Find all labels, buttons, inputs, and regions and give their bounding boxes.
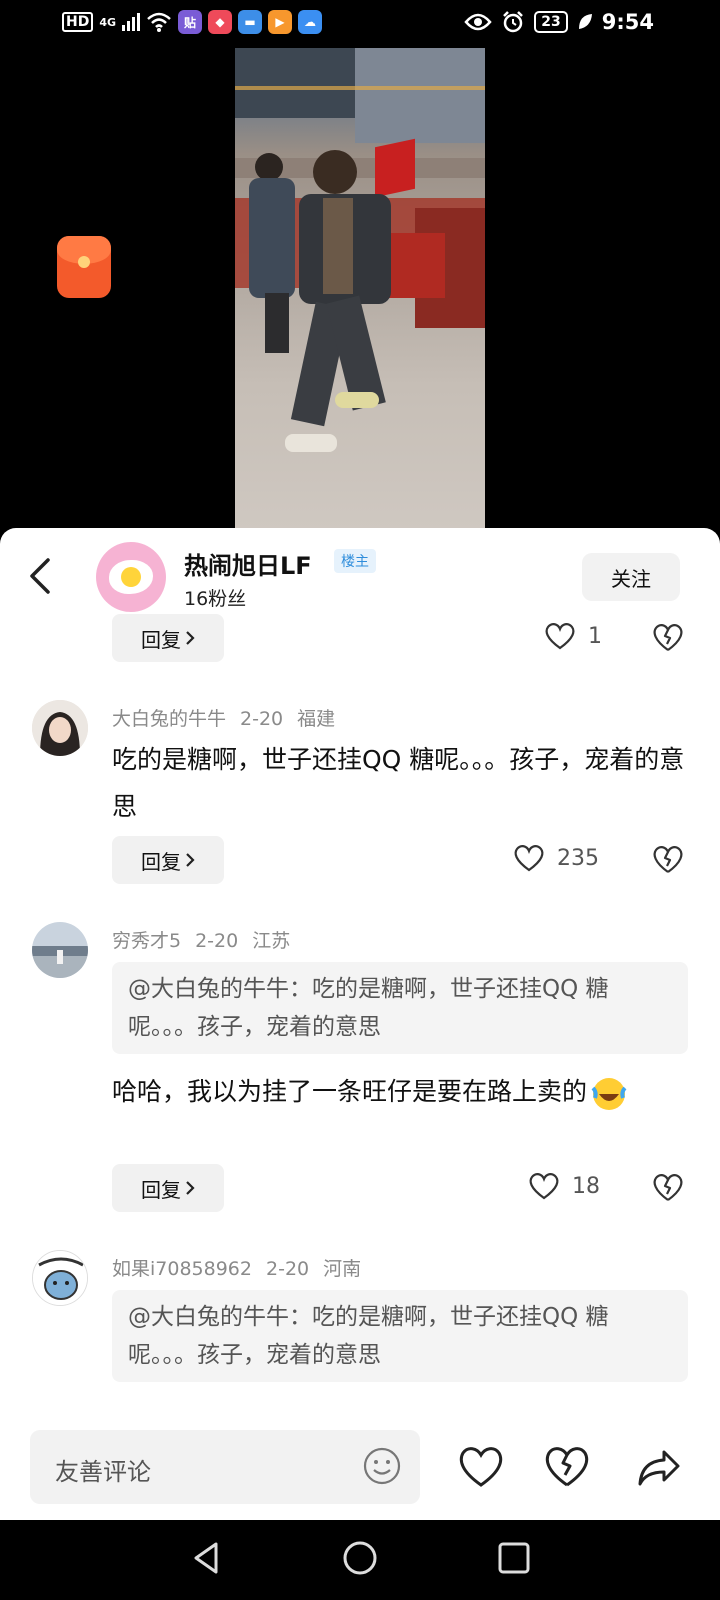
quoted-comment: @大白兔的牛牛：吃的是糖啊，世子还挂QQ 糖呢。。。孩子，宠着的意思: [112, 962, 688, 1054]
app-notification-icon: ☁: [298, 10, 323, 34]
commenter-name[interactable]: 大白兔的牛牛: [112, 708, 226, 730]
app-notification-icon: ◆: [208, 10, 233, 34]
leaf-icon: [578, 14, 592, 29]
chevron-right-icon: [186, 1181, 195, 1195]
comment-date: 2-20: [240, 708, 284, 730]
nav-back-icon[interactable]: [186, 1538, 226, 1578]
battery-indicator: 23: [534, 11, 568, 33]
heart-icon[interactable]: [458, 1446, 504, 1488]
comment-sheet: 热闹旭日LF 楼主 16粉丝 关注 回复 1 大白兔的牛牛 2-20 福建 吃的是糖…: [0, 528, 720, 1520]
chevron-right-icon: [186, 631, 195, 645]
comment-text: 吃的是糖啊，世子还挂QQ 糖呢。。。孩子，宠着的意思: [112, 745, 685, 821]
comment-location: 江苏: [252, 930, 291, 952]
op-badge: 楼主: [334, 549, 376, 573]
commenter-name[interactable]: 如果i70858962: [112, 1258, 252, 1280]
alarm-icon: [503, 11, 524, 33]
back-arrow-icon[interactable]: [24, 556, 58, 596]
comment-location: 河南: [323, 1258, 362, 1280]
broken-heart-icon[interactable]: [544, 1446, 590, 1488]
reply-button[interactable]: 回复: [112, 836, 224, 884]
heart-icon: [514, 845, 544, 872]
chevron-right-icon: [186, 853, 195, 867]
reply-label: 回复: [141, 1177, 181, 1202]
heart-icon: [545, 623, 575, 650]
reply-label: 回复: [141, 627, 181, 652]
heart-icon: [529, 1173, 559, 1200]
like-button[interactable]: 235: [513, 844, 599, 872]
commenter-avatar[interactable]: [32, 922, 88, 978]
comment-meta: 穷秀才5 2-20 江苏: [112, 926, 304, 953]
hd-indicator: HD: [62, 12, 94, 32]
comment-text-content: 哈哈，我以为挂了一条旺仔是要在路上卖的: [112, 1077, 588, 1106]
network-type: 4G: [99, 15, 117, 29]
signal-icon: [122, 13, 141, 31]
comment-input[interactable]: 友善评论: [30, 1430, 420, 1504]
broken-heart-icon[interactable]: [652, 622, 684, 652]
like-button[interactable]: 1: [544, 622, 602, 650]
comment-input-bar: 友善评论: [0, 1408, 720, 1520]
like-button[interactable]: 18: [528, 1172, 600, 1200]
status-bar: HD 4G 贴 ◆ ▬ ▶ ☁ 23 9:54: [0, 0, 720, 48]
quoted-comment: @大白兔的牛牛：吃的是糖啊，世子还挂QQ 糖呢。。。孩子，宠着的意思: [112, 1290, 688, 1382]
like-count: 1: [588, 623, 602, 649]
reply-button[interactable]: 回复: [112, 614, 224, 662]
nav-home-icon[interactable]: [340, 1538, 380, 1578]
comment-meta: 大白兔的牛牛 2-20 福建: [112, 704, 349, 731]
app-notification-icon: ▬: [238, 10, 263, 34]
like-count: 18: [572, 1173, 600, 1199]
author-avatar[interactable]: [96, 542, 166, 612]
app-notification-icon: ▶: [268, 10, 293, 34]
nav-recents-icon[interactable]: [494, 1538, 534, 1578]
share-icon[interactable]: [636, 1446, 682, 1488]
commenter-name[interactable]: 穷秀才5: [112, 930, 181, 952]
comment-text: 哈哈，我以为挂了一条旺仔是要在路上卖的: [112, 1068, 692, 1115]
clock: 9:54: [601, 10, 654, 34]
comment-meta: 如果i70858962 2-20 河南: [112, 1254, 375, 1281]
broken-heart-icon[interactable]: [652, 1172, 684, 1202]
laughing-emoji-icon: [591, 1078, 627, 1110]
video-player[interactable]: [235, 48, 485, 530]
comment-date: 2-20: [266, 1258, 310, 1280]
red-packet-icon[interactable]: [57, 236, 111, 298]
system-nav-bar: [0, 1520, 720, 1600]
follow-button[interactable]: 关注: [582, 553, 680, 601]
author-name[interactable]: 热闹旭日LF: [184, 546, 312, 581]
commenter-avatar[interactable]: [32, 700, 88, 756]
commenter-avatar[interactable]: [32, 1250, 88, 1306]
reply-button[interactable]: 回复: [112, 1164, 224, 1212]
smile-icon[interactable]: [362, 1446, 402, 1486]
fan-count: 16粉丝: [184, 588, 247, 610]
eye-icon: [464, 13, 492, 31]
reply-label: 回复: [141, 849, 181, 874]
wifi-icon: [147, 12, 171, 32]
comment-input-placeholder: 友善评论: [55, 1458, 151, 1486]
app-notification-icon: 贴: [178, 10, 203, 34]
comment-location: 福建: [297, 708, 336, 730]
broken-heart-icon[interactable]: [652, 844, 684, 874]
comment-date: 2-20: [195, 930, 239, 952]
like-count: 235: [557, 845, 599, 871]
